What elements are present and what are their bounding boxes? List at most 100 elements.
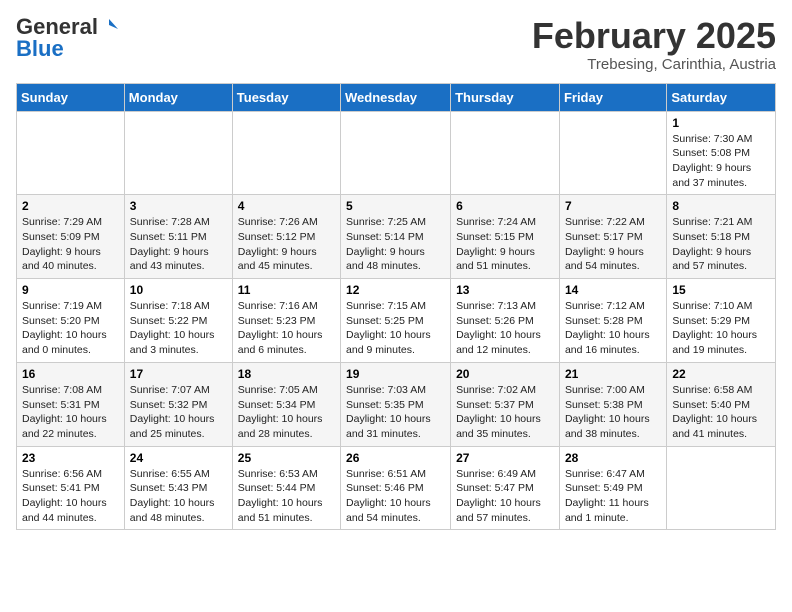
day-info: Sunrise: 7:25 AM Sunset: 5:14 PM Dayligh…	[346, 215, 445, 274]
week-row: 1Sunrise: 7:30 AM Sunset: 5:08 PM Daylig…	[17, 111, 776, 195]
calendar-cell: 19 Sunrise: 7:03 AM Sunset: 5:35 PM Dayli…	[341, 362, 451, 446]
day-info: Sunrise: 7:22 AM Sunset: 5:17 PM Dayligh…	[565, 215, 661, 274]
calendar-cell: 2 Sunrise: 7:29 AM Sunset: 5:09 PM Daylig…	[17, 195, 125, 279]
day-number: 19	[346, 367, 445, 381]
day-number: 10	[130, 283, 227, 297]
day-number: 25	[238, 451, 335, 465]
day-number: 11	[238, 283, 335, 297]
calendar-cell: 17Sunrise: 7:07 AM Sunset: 5:32 PM Dayli…	[124, 362, 232, 446]
calendar-cell: 26 Sunrise: 6:51 AM Sunset: 5:46 PM Dayli…	[341, 446, 451, 530]
day-info: Sunrise: 7:03 AM Sunset: 5:35 PM Dayligh…	[346, 383, 445, 442]
calendar-cell: 1Sunrise: 7:30 AM Sunset: 5:08 PM Daylig…	[667, 111, 776, 195]
day-number: 14	[565, 283, 661, 297]
day-header-sunday: Sunday	[17, 83, 125, 111]
day-number: 23	[22, 451, 119, 465]
day-number: 2	[22, 199, 119, 213]
day-info: Sunrise: 7:07 AM Sunset: 5:32 PM Dayligh…	[130, 383, 227, 442]
day-header-monday: Monday	[124, 83, 232, 111]
day-info: Sunrise: 7:26 AM Sunset: 5:12 PM Dayligh…	[238, 215, 335, 274]
month-title: February 2025	[532, 16, 776, 56]
calendar-table: SundayMondayTuesdayWednesdayThursdayFrid…	[16, 83, 776, 531]
day-header-thursday: Thursday	[451, 83, 560, 111]
day-info: Sunrise: 7:18 AM Sunset: 5:22 PM Dayligh…	[130, 299, 227, 358]
location-title: Trebesing, Carinthia, Austria	[532, 56, 776, 73]
day-info: Sunrise: 7:00 AM Sunset: 5:38 PM Dayligh…	[565, 383, 661, 442]
calendar-cell: 18 Sunrise: 7:05 AM Sunset: 5:34 PM Dayli…	[232, 362, 340, 446]
day-number: 24	[130, 451, 227, 465]
day-number: 9	[22, 283, 119, 297]
calendar-cell: 3 Sunrise: 7:28 AM Sunset: 5:11 PM Daylig…	[124, 195, 232, 279]
day-number: 22	[672, 367, 770, 381]
calendar-cell: 8 Sunrise: 7:21 AM Sunset: 5:18 PM Daylig…	[667, 195, 776, 279]
day-header-saturday: Saturday	[667, 83, 776, 111]
calendar-cell	[232, 111, 340, 195]
calendar-cell: 7 Sunrise: 7:22 AM Sunset: 5:17 PM Daylig…	[559, 195, 666, 279]
day-number: 15	[672, 283, 770, 297]
day-info: Sunrise: 7:02 AM Sunset: 5:37 PM Dayligh…	[456, 383, 554, 442]
calendar-cell: 15 Sunrise: 7:10 AM Sunset: 5:29 PM Dayli…	[667, 279, 776, 363]
day-number: 12	[346, 283, 445, 297]
calendar-cell: 22 Sunrise: 6:58 AM Sunset: 5:40 PM Dayli…	[667, 362, 776, 446]
calendar-cell: 4Sunrise: 7:26 AM Sunset: 5:12 PM Daylig…	[232, 195, 340, 279]
day-number: 8	[672, 199, 770, 213]
day-info: Sunrise: 7:19 AM Sunset: 5:20 PM Dayligh…	[22, 299, 119, 358]
day-info: Sunrise: 6:51 AM Sunset: 5:46 PM Dayligh…	[346, 467, 445, 526]
calendar-cell: 11 Sunrise: 7:16 AM Sunset: 5:23 PM Dayli…	[232, 279, 340, 363]
day-number: 3	[130, 199, 227, 213]
calendar-cell: 20 Sunrise: 7:02 AM Sunset: 5:37 PM Dayli…	[451, 362, 560, 446]
day-info: Sunrise: 7:08 AM Sunset: 5:31 PM Dayligh…	[22, 383, 119, 442]
calendar-cell	[17, 111, 125, 195]
calendar-cell: 25 Sunrise: 6:53 AM Sunset: 5:44 PM Dayli…	[232, 446, 340, 530]
day-header-friday: Friday	[559, 83, 666, 111]
day-number: 7	[565, 199, 661, 213]
calendar-cell: 14 Sunrise: 7:12 AM Sunset: 5:28 PM Dayli…	[559, 279, 666, 363]
calendar-cell: 28 Sunrise: 6:47 AM Sunset: 5:49 PM Dayli…	[559, 446, 666, 530]
day-number: 18	[238, 367, 335, 381]
week-row: 9 Sunrise: 7:19 AM Sunset: 5:20 PM Daylig…	[17, 279, 776, 363]
logo-blue-text: Blue	[16, 38, 64, 60]
day-number: 21	[565, 367, 661, 381]
logo: General Blue	[16, 16, 118, 60]
logo-general-text: General	[16, 16, 98, 38]
day-number: 6	[456, 199, 554, 213]
calendar-cell: 16 Sunrise: 7:08 AM Sunset: 5:31 PM Dayli…	[17, 362, 125, 446]
day-number: 26	[346, 451, 445, 465]
calendar-cell: 27 Sunrise: 6:49 AM Sunset: 5:47 PM Dayli…	[451, 446, 560, 530]
day-number: 1	[672, 116, 770, 130]
day-info: Sunrise: 7:12 AM Sunset: 5:28 PM Dayligh…	[565, 299, 661, 358]
day-info: Sunrise: 7:16 AM Sunset: 5:23 PM Dayligh…	[238, 299, 335, 358]
day-info: Sunrise: 6:58 AM Sunset: 5:40 PM Dayligh…	[672, 383, 770, 442]
day-header-tuesday: Tuesday	[232, 83, 340, 111]
calendar-cell	[124, 111, 232, 195]
day-info: Sunrise: 7:28 AM Sunset: 5:11 PM Dayligh…	[130, 215, 227, 274]
day-info: Sunrise: 7:10 AM Sunset: 5:29 PM Dayligh…	[672, 299, 770, 358]
day-info: Sunrise: 7:24 AM Sunset: 5:15 PM Dayligh…	[456, 215, 554, 274]
day-info: Sunrise: 7:21 AM Sunset: 5:18 PM Dayligh…	[672, 215, 770, 274]
calendar-cell: 13Sunrise: 7:13 AM Sunset: 5:26 PM Dayli…	[451, 279, 560, 363]
calendar-cell	[559, 111, 666, 195]
day-number: 13	[456, 283, 554, 297]
week-row: 16 Sunrise: 7:08 AM Sunset: 5:31 PM Dayli…	[17, 362, 776, 446]
logo-bird-icon	[100, 17, 118, 35]
day-info: Sunrise: 6:47 AM Sunset: 5:49 PM Dayligh…	[565, 467, 661, 526]
header-row: SundayMondayTuesdayWednesdayThursdayFrid…	[17, 83, 776, 111]
page-header: General Blue February 2025 Trebesing, Ca…	[16, 16, 776, 73]
day-info: Sunrise: 7:05 AM Sunset: 5:34 PM Dayligh…	[238, 383, 335, 442]
day-number: 20	[456, 367, 554, 381]
day-info: Sunrise: 6:49 AM Sunset: 5:47 PM Dayligh…	[456, 467, 554, 526]
day-info: Sunrise: 7:29 AM Sunset: 5:09 PM Dayligh…	[22, 215, 119, 274]
calendar-cell	[341, 111, 451, 195]
week-row: 23 Sunrise: 6:56 AM Sunset: 5:41 PM Dayli…	[17, 446, 776, 530]
day-info: Sunrise: 6:56 AM Sunset: 5:41 PM Dayligh…	[22, 467, 119, 526]
day-info: Sunrise: 7:15 AM Sunset: 5:25 PM Dayligh…	[346, 299, 445, 358]
title-area: February 2025 Trebesing, Carinthia, Aust…	[532, 16, 776, 73]
day-info: Sunrise: 6:55 AM Sunset: 5:43 PM Dayligh…	[130, 467, 227, 526]
calendar-cell: 10 Sunrise: 7:18 AM Sunset: 5:22 PM Dayli…	[124, 279, 232, 363]
calendar-cell: 9 Sunrise: 7:19 AM Sunset: 5:20 PM Daylig…	[17, 279, 125, 363]
day-number: 28	[565, 451, 661, 465]
day-info: Sunrise: 6:53 AM Sunset: 5:44 PM Dayligh…	[238, 467, 335, 526]
day-number: 27	[456, 451, 554, 465]
day-number: 16	[22, 367, 119, 381]
calendar-cell: 6 Sunrise: 7:24 AM Sunset: 5:15 PM Daylig…	[451, 195, 560, 279]
day-header-wednesday: Wednesday	[341, 83, 451, 111]
